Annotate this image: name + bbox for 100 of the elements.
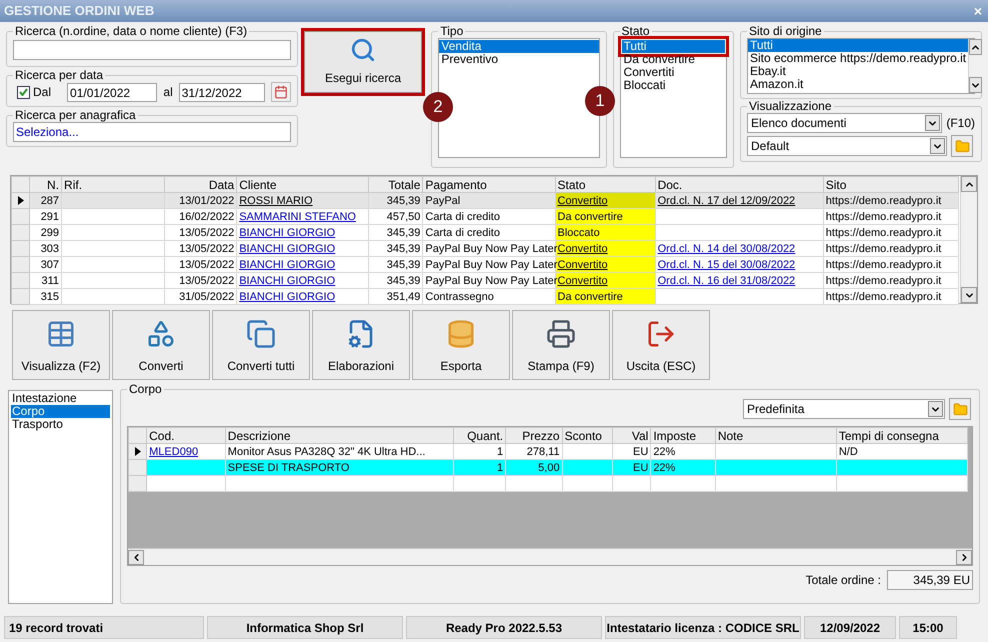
dropdown[interactable]: Elenco documenti [747,113,942,133]
current-row-icon [18,196,24,205]
column-header[interactable]: Prezzo [506,428,562,444]
dropdown[interactable]: Default [747,136,947,156]
list-item[interactable]: Amazon.it [748,78,806,91]
column-header[interactable]: Doc. [655,176,824,192]
toolbar-button[interactable]: Converti [112,310,210,380]
current-row-icon [134,447,141,456]
calendar-icon [274,85,288,99]
scrollbar[interactable] [960,176,977,303]
column-header[interactable]: Tempi di consegna [836,428,968,444]
status-panel: 19 record trovati [4,616,204,639]
column-header[interactable]: Pagamento [422,176,555,192]
table-cell: https://demo.readypro.it [823,288,958,304]
section-item[interactable]: Intestazione [11,392,110,405]
group-label: Tipo [439,24,464,38]
list-item[interactable]: Tutti [748,39,968,52]
column-header[interactable]: Imposte [650,428,716,444]
window-title: GESTIONE ORDINI WEB [4,2,154,20]
total-label: Totale ordine : [806,572,881,589]
toolbar-button[interactable]: Esporta [412,310,510,380]
column-header[interactable]: Cliente [236,176,369,192]
group-label: Corpo [128,382,163,396]
item-row[interactable]: MLED090 Monitor Asus PA328Q 32" 4K Ultra HD... 1 278,11 EU 22% N/D [128,444,968,460]
list-item[interactable]: Tutti [622,40,725,53]
search-button[interactable]: Esegui ricerca [304,31,422,93]
toolbar-button[interactable]: Visualizza (F2) [12,310,110,380]
status-panel: 12/09/2022 [804,616,896,639]
column-header[interactable]: Quant. [453,428,506,444]
toolbar-button[interactable]: Uscita (ESC) [612,310,710,380]
toolbar-button[interactable]: Converti tutti [212,310,310,380]
toolbar-button[interactable]: Elaborazioni [312,310,410,380]
column-header[interactable]: Val [612,428,651,444]
table-cell: Contrassegno [422,288,555,304]
checkbox-label: Dal [33,84,52,101]
row-indicator[interactable] [128,444,147,460]
order-row[interactable]: 291 16/02/2022 SAMMARINI STEFANO 457,50 Carta di credito Da convertire https://demo.readypro.it [12,208,958,224]
date-field[interactable]: 31/12/2022 [178,82,266,102]
dropdown[interactable]: Predefinita [743,399,945,419]
column-header[interactable]: Sconto [562,428,612,444]
scrollbar[interactable] [968,39,982,93]
status-cell: Da convertire [555,288,656,304]
status-cell: Bloccato [555,224,656,240]
toolbar-button[interactable]: Stampa (F9) [512,310,610,380]
order-row[interactable]: 287 13/01/2022 ROSSI MARIO 345,39 PayPal Convertito Ord.cl. N. 17 del 12/09/2022 https://demo.readypro.it [12,192,958,208]
status-cell: Convertito [555,192,656,208]
folder-button[interactable] [949,398,971,420]
status-cell: Da convertire [555,208,656,224]
column-header[interactable]: N. [30,176,62,192]
exit-door-icon [646,319,676,349]
status-panel: Intestatario licenza : CODICE SRL [605,616,801,639]
horizontal-scrollbar[interactable] [128,548,972,565]
column-header[interactable]: Sito [823,176,958,192]
row-indicator[interactable] [12,192,30,208]
status-panel: 15:00 [899,616,957,639]
order-row[interactable]: 299 13/05/2022 BIANCHI GIORGIO 345,39 Carta di credito Bloccato https://demo.readypro.it [12,224,958,240]
status-panel: Informatica Shop Srl [207,616,403,639]
column-header[interactable]: Totale [368,176,423,192]
column-header[interactable]: Note [715,428,836,444]
column-header[interactable]: Data [164,176,237,192]
list-item[interactable]: Ebay.it [748,65,788,78]
column-header[interactable]: Rif. [62,176,165,192]
checkbox[interactable] [17,86,30,98]
shortcut-label: (F10) [946,115,975,132]
list-item[interactable]: Convertiti [622,66,676,79]
folder-icon [952,402,968,416]
calendar-button[interactable] [271,82,291,102]
search-icon [350,37,376,63]
group-label: Ricerca (n.ordine, data o nome cliente) (F3) [14,24,248,38]
section-item[interactable]: Corpo [11,405,110,418]
group-label: Stato [620,24,651,38]
date-field[interactable]: 01/01/2022 [67,82,158,102]
documents-icon [246,319,276,349]
section-item[interactable]: Trasporto [11,418,110,431]
table-cell: 31/05/2022 [164,288,237,304]
shapes-icon [146,319,176,349]
total-field: 345,39 EU [887,570,973,590]
list-item[interactable]: Preventivo [439,53,500,66]
customer-field[interactable]: Seleziona... [13,122,291,142]
folder-icon [954,138,970,154]
status-panel: Ready Pro 2022.5.53 [406,616,602,639]
item-row[interactable]: SPESE DI TRASPORTO 1 5,00 EU 22% [128,460,968,476]
search-field[interactable] [13,40,291,60]
group-label: Ricerca per data [14,68,104,82]
column-header[interactable]: Cod. [146,428,226,444]
table-cell: 315 [30,288,62,304]
list-item[interactable]: Bloccati [622,79,668,92]
list-item[interactable]: Sito ecommerce https://demo.readypro.it [748,52,968,65]
printer-icon [546,319,576,349]
list-item[interactable]: Vendita [439,40,599,53]
check-icon [19,88,28,96]
order-row[interactable]: 315 31/05/2022 BIANCHI GIORGIO 351,49 Contrassegno Da convertire https://demo.readypro.it [12,288,958,304]
column-header[interactable]: Descrizione [225,428,454,444]
group-label: Visualizzazione [748,99,832,113]
callout-badge: 2 [423,92,453,122]
table-cell: 351,49 [368,288,423,304]
row-header[interactable] [128,476,147,492]
table-icon [46,319,76,349]
column-header[interactable]: Stato [555,176,656,192]
folder-button[interactable] [951,135,973,157]
